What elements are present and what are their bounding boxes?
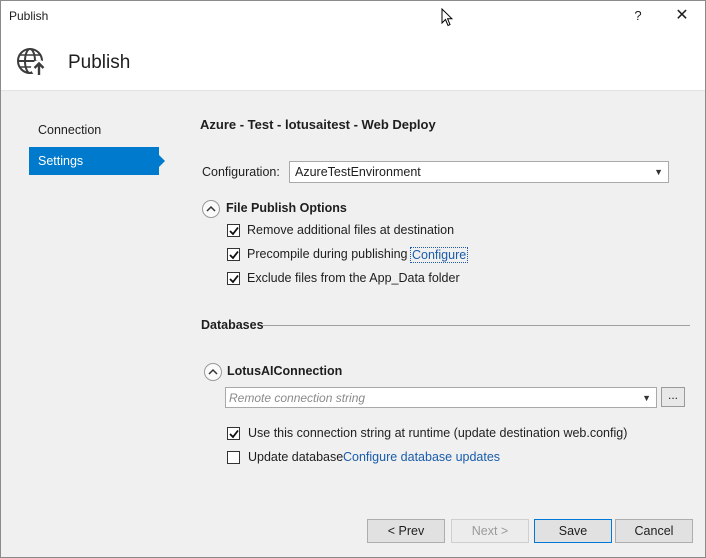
connection-string-placeholder: Remote connection string bbox=[229, 391, 366, 405]
window-title: Publish bbox=[9, 9, 49, 23]
dialog-header: Publish bbox=[1, 32, 705, 91]
connection-collapse-button[interactable] bbox=[204, 363, 222, 381]
globe-publish-icon bbox=[15, 45, 49, 82]
remove-files-label: Remove additional files at destination bbox=[247, 223, 455, 237]
precompile-label: Precompile during publishing bbox=[247, 247, 408, 261]
checkmark-icon bbox=[229, 429, 239, 439]
exclude-app-data-label: Exclude files from the App_Data folder bbox=[247, 271, 460, 285]
databases-divider bbox=[263, 325, 690, 326]
use-runtime-label: Use this connection string at runtime (u… bbox=[248, 426, 628, 440]
prev-button[interactable]: < Prev bbox=[367, 519, 445, 543]
dialog-heading: Publish bbox=[68, 52, 131, 73]
use-runtime-checkbox[interactable] bbox=[227, 427, 240, 440]
file-publish-collapse-button[interactable] bbox=[202, 200, 220, 218]
next-button[interactable]: Next > bbox=[451, 519, 529, 543]
help-button[interactable]: ? bbox=[623, 3, 653, 29]
exclude-app-data-checkbox[interactable] bbox=[227, 272, 240, 285]
chevron-up-icon bbox=[206, 205, 216, 212]
connection-name: LotusAIConnection bbox=[227, 364, 343, 378]
mouse-cursor-icon bbox=[441, 7, 454, 30]
update-database-checkbox[interactable] bbox=[227, 451, 240, 464]
checkmark-icon bbox=[229, 274, 239, 284]
publish-dialog: Publish ? ✕ Publish Connection Settings … bbox=[0, 0, 706, 558]
configuration-label: Configuration: bbox=[202, 165, 280, 179]
chevron-up-icon bbox=[208, 368, 218, 375]
connection-string-input[interactable]: Remote connection string ▼ bbox=[225, 387, 657, 408]
precompile-checkbox[interactable] bbox=[227, 248, 240, 261]
checkmark-icon bbox=[229, 250, 239, 260]
update-database-label: Update database bbox=[248, 450, 344, 464]
title-bar: Publish ? ✕ bbox=[1, 1, 705, 32]
browse-connection-button[interactable]: ... bbox=[661, 387, 685, 407]
precompile-configure-link[interactable]: Configure bbox=[410, 247, 469, 263]
nav-item-connection[interactable]: Connection bbox=[29, 116, 159, 144]
chevron-down-icon: ▼ bbox=[654, 167, 663, 177]
save-button[interactable]: Save bbox=[534, 519, 612, 543]
nav-item-settings[interactable]: Settings bbox=[29, 147, 165, 175]
configure-database-updates-link[interactable]: Configure database updates bbox=[343, 450, 500, 464]
remove-files-checkbox[interactable] bbox=[227, 224, 240, 237]
close-button[interactable]: ✕ bbox=[667, 3, 697, 29]
file-publish-title: File Publish Options bbox=[226, 201, 347, 215]
checkmark-icon bbox=[229, 226, 239, 236]
profile-title: Azure - Test - lotusaitest - Web Deploy bbox=[200, 117, 436, 132]
chevron-down-icon: ▼ bbox=[642, 393, 651, 403]
cancel-button[interactable]: Cancel bbox=[615, 519, 693, 543]
configuration-dropdown[interactable]: AzureTestEnvironment ▼ bbox=[289, 161, 669, 183]
configuration-value: AzureTestEnvironment bbox=[295, 165, 421, 179]
databases-title: Databases bbox=[201, 318, 264, 332]
